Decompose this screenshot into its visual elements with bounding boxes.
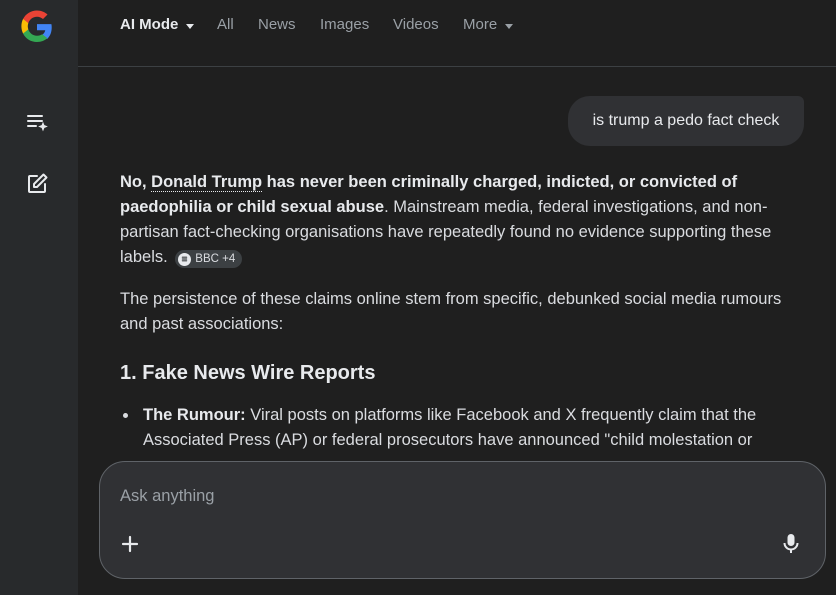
chevron-down-icon	[505, 23, 514, 29]
source-chip-label: BBC +4	[195, 253, 236, 265]
tab-videos[interactable]: Videos	[393, 16, 439, 34]
plus-icon	[121, 535, 139, 553]
tab-label: News	[258, 16, 296, 33]
tab-label: Videos	[393, 16, 439, 33]
tab-ai-mode[interactable]: AI Mode	[120, 16, 195, 34]
ai-history-button[interactable]	[24, 109, 50, 135]
answer-paragraph: No, Donald Trump has never been criminal…	[120, 170, 810, 270]
ask-input[interactable]	[120, 484, 720, 508]
source-icon	[178, 252, 192, 266]
tab-news[interactable]: News	[258, 16, 296, 34]
user-query-bubble: is trump a pedo fact check	[568, 96, 804, 146]
section-heading: 1. Fake News Wire Reports	[120, 362, 376, 384]
tab-label: Images	[320, 16, 370, 33]
ai-answer: No, Donald Trump has never been criminal…	[120, 170, 810, 453]
main-content: AI Mode All News Images Videos More is t…	[78, 0, 836, 595]
voice-search-button[interactable]	[779, 532, 803, 556]
bullet-label: The Rumour:	[143, 406, 246, 424]
answer-paragraph: The persistence of these claims online s…	[120, 290, 782, 333]
source-chip[interactable]: BBC +4	[175, 250, 243, 268]
google-logo-icon[interactable]	[19, 9, 55, 45]
entity-link[interactable]: Donald Trump	[151, 173, 263, 192]
ask-box	[99, 461, 826, 579]
chevron-down-icon	[186, 23, 195, 29]
list-item: The Rumour: Viral posts on platforms lik…	[120, 403, 810, 453]
tab-label: More	[463, 16, 498, 33]
add-button[interactable]	[118, 532, 142, 556]
new-chat-icon	[28, 173, 48, 193]
tab-images[interactable]: Images	[320, 16, 369, 34]
search-tabs: AI Mode All News Images Videos More	[78, 0, 836, 67]
new-chat-button[interactable]	[24, 171, 50, 197]
tab-label: All	[217, 16, 234, 33]
tab-all[interactable]: All	[217, 16, 234, 34]
microphone-icon	[783, 534, 799, 553]
tab-label: AI Mode	[120, 16, 179, 33]
answer-bold-no: No,	[120, 173, 152, 191]
ai-history-icon	[27, 115, 48, 132]
tab-more[interactable]: More	[463, 16, 514, 34]
sidebar	[0, 0, 78, 595]
